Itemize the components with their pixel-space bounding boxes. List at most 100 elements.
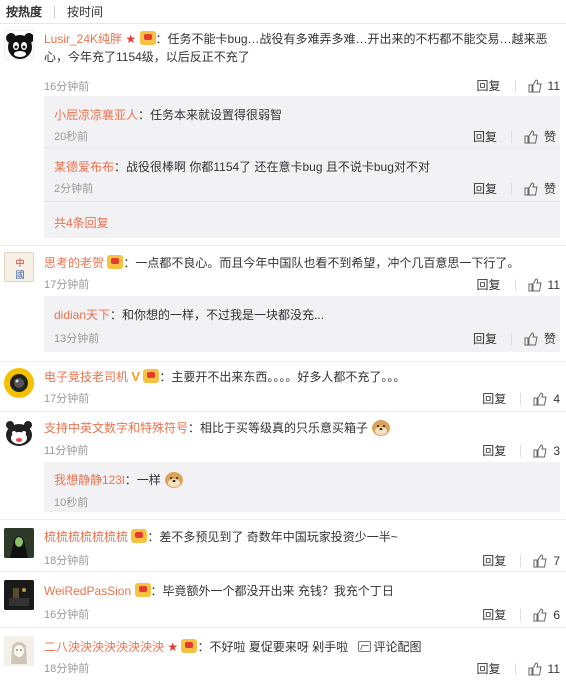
- reply-button[interactable]: 回复: [477, 660, 501, 677]
- like-label[interactable]: 赞: [544, 180, 556, 197]
- comment-time: 18分钟前: [44, 555, 90, 567]
- comment-text: WeiRedPasSion ：毕竟额外一个都没开出来 充钱？我充个丁日: [44, 583, 394, 598]
- comment-body: 差不多预见到了 奇数年中国玩家投资少一半~: [159, 530, 398, 544]
- avatar[interactable]: [4, 528, 34, 558]
- reply-body: 任务本来就设置得很弱智: [150, 108, 283, 122]
- avatar[interactable]: [4, 368, 34, 398]
- username[interactable]: 二八泱泱泱泱泱泱泱泱: [44, 640, 164, 654]
- reply-item: 我想静静123l：一样 10秒前: [44, 462, 560, 512]
- reply-button[interactable]: 回复: [482, 552, 506, 569]
- reply-button[interactable]: 回复: [473, 180, 497, 197]
- reply-item: didian天下：和你想的一样，不过我是一块都没充... 13分钟前 回复 赞: [44, 296, 560, 352]
- comment-item: 支持中英文数字和特殊符号：相比于买等级真的只乐意买箱子 11分钟前 回复 3 我…: [0, 412, 566, 520]
- thumbs-up-icon[interactable]: [533, 553, 547, 568]
- like-count: 6: [553, 607, 560, 622]
- reply-username[interactable]: didian天下: [54, 308, 110, 322]
- comment-actions: 回复 4: [482, 390, 560, 407]
- tab-by-time[interactable]: 按时间: [67, 3, 103, 20]
- thumbs-up-icon[interactable]: [524, 331, 538, 346]
- comment-text: Lusir_24K纯胖 ★ ：任务不能卡bug…战役有多难弄多难…开出来的不朽都…: [44, 31, 548, 64]
- thumbs-up-icon[interactable]: [533, 443, 547, 458]
- avatar[interactable]: [4, 418, 34, 448]
- comment-item: Lusir_24K纯胖 ★ ：任务不能卡bug…战役有多难弄多难…开出来的不朽都…: [0, 24, 566, 246]
- reply-body: 和你想的一样，不过我是一块都没充...: [122, 308, 325, 322]
- action-divider: [514, 278, 516, 291]
- comment-time: 17分钟前: [44, 279, 90, 291]
- reply-body: 一样: [136, 473, 161, 487]
- comment-text: 思考的老贺 ：一点都不良心。而且今年中国队也看不到希望，冲个几百意思一下行了。: [44, 255, 520, 270]
- thumbs-up-icon[interactable]: [528, 277, 542, 292]
- thumbs-up-icon[interactable]: [533, 391, 547, 406]
- reply-button[interactable]: 回复: [473, 128, 497, 145]
- reply-button[interactable]: 回复: [482, 442, 506, 459]
- like-label[interactable]: 赞: [544, 330, 556, 347]
- username[interactable]: 思考的老贺: [44, 256, 104, 270]
- vip-badge-icon: [181, 639, 198, 653]
- comment-text: 二八泱泱泱泱泱泱泱泱 ★ ：不好啦 夏促要来呀 剁手啦 评论配图: [44, 639, 422, 654]
- star-badge-icon: ★: [125, 32, 137, 46]
- reply-button[interactable]: 回复: [473, 330, 497, 347]
- sort-tabs: 按热度 按时间: [0, 0, 566, 24]
- thumbs-up-icon[interactable]: [524, 129, 538, 144]
- vip-badge-icon: [131, 529, 148, 543]
- comment-time: 16分钟前: [44, 609, 90, 621]
- comment-actions: 回复 11: [477, 660, 560, 677]
- username[interactable]: 支持中英文数字和特殊符号: [44, 421, 188, 435]
- comment-actions: 回复 7: [482, 552, 560, 569]
- reply-button[interactable]: 回复: [477, 77, 501, 94]
- avatar[interactable]: 中國: [4, 252, 34, 282]
- reply-username[interactable]: 某德爱布布: [54, 160, 114, 174]
- username[interactable]: 电子竞技老司机: [44, 370, 128, 384]
- reply-text: 我想静静123l：一样: [54, 470, 184, 489]
- comment-time: 18分钟前: [44, 663, 90, 675]
- doge-emoji-icon: [165, 472, 184, 488]
- comment-picture-link[interactable]: 评论配图: [357, 640, 422, 654]
- reply-box: 小屁凉凉襄亚人：任务本来就设置得很弱智 20秒前 回复 赞 某德爱布布：战役很棒…: [44, 96, 560, 238]
- comment-body: 不好啦 夏促要来呀 剁手啦: [209, 640, 349, 654]
- action-divider: [510, 332, 512, 345]
- tab-by-hot[interactable]: 按热度: [6, 3, 42, 20]
- thumbs-up-icon[interactable]: [524, 181, 538, 196]
- username[interactable]: 梳梳梳梳梳梳梳: [44, 530, 128, 544]
- thumbs-up-icon[interactable]: [533, 607, 547, 622]
- thumbs-up-icon[interactable]: [528, 78, 542, 93]
- reply-actions: 回复 赞: [473, 330, 556, 347]
- thumbs-up-icon[interactable]: [528, 661, 542, 676]
- like-count: 3: [553, 443, 560, 458]
- comment-text: 支持中英文数字和特殊符号：相比于买等级真的只乐意买箱子: [44, 418, 554, 437]
- comment-text: 梳梳梳梳梳梳梳 ：差不多预见到了 奇数年中国玩家投资少一半~: [44, 529, 398, 544]
- like-count: 7: [553, 553, 560, 568]
- more-replies-link[interactable]: 共4条回复: [54, 214, 109, 231]
- avatar[interactable]: [4, 30, 34, 60]
- vip-badge-icon: [143, 369, 160, 383]
- action-divider: [520, 554, 522, 567]
- picture-icon: [357, 641, 371, 652]
- vip-badge-icon: [107, 255, 124, 269]
- reply-button[interactable]: 回复: [477, 276, 501, 293]
- vip-badge-icon: [139, 31, 156, 45]
- avatar[interactable]: [4, 580, 34, 610]
- reply-button[interactable]: 回复: [482, 390, 506, 407]
- comment-time: 16分钟前: [44, 81, 90, 93]
- reply-text: 某德爱布布：战役很棒啊 你都1154了 还在意卡bug 且不说卡bug对不对: [54, 160, 430, 174]
- reply-button[interactable]: 回复: [482, 606, 506, 623]
- reply-username[interactable]: 我想静静123l: [54, 473, 125, 487]
- comment-body: 相比于买等级真的只乐意买箱子: [200, 421, 369, 435]
- comment-time: 11分钟前: [44, 445, 89, 457]
- action-divider: [520, 444, 522, 457]
- svg-text:中: 中: [15, 257, 24, 269]
- username[interactable]: WeiRedPasSion: [44, 584, 131, 598]
- comment-body: 毕竟额外一个都没开出来 充钱？我充个丁日: [162, 584, 394, 598]
- like-label[interactable]: 赞: [544, 128, 556, 145]
- svg-text:國: 國: [15, 270, 24, 281]
- tab-divider: [54, 5, 56, 18]
- action-divider: [514, 662, 516, 675]
- comment-actions: 回复 3: [482, 442, 560, 459]
- like-count: 11: [547, 661, 560, 676]
- reply-item: 小屁凉凉襄亚人：任务本来就设置得很弱智 20秒前 回复 赞: [44, 96, 560, 148]
- username[interactable]: Lusir_24K纯胖: [44, 32, 122, 46]
- verified-v-icon: V: [131, 369, 141, 384]
- avatar[interactable]: [4, 636, 34, 666]
- like-count: 11: [547, 78, 560, 93]
- reply-username[interactable]: 小屁凉凉襄亚人: [54, 108, 138, 122]
